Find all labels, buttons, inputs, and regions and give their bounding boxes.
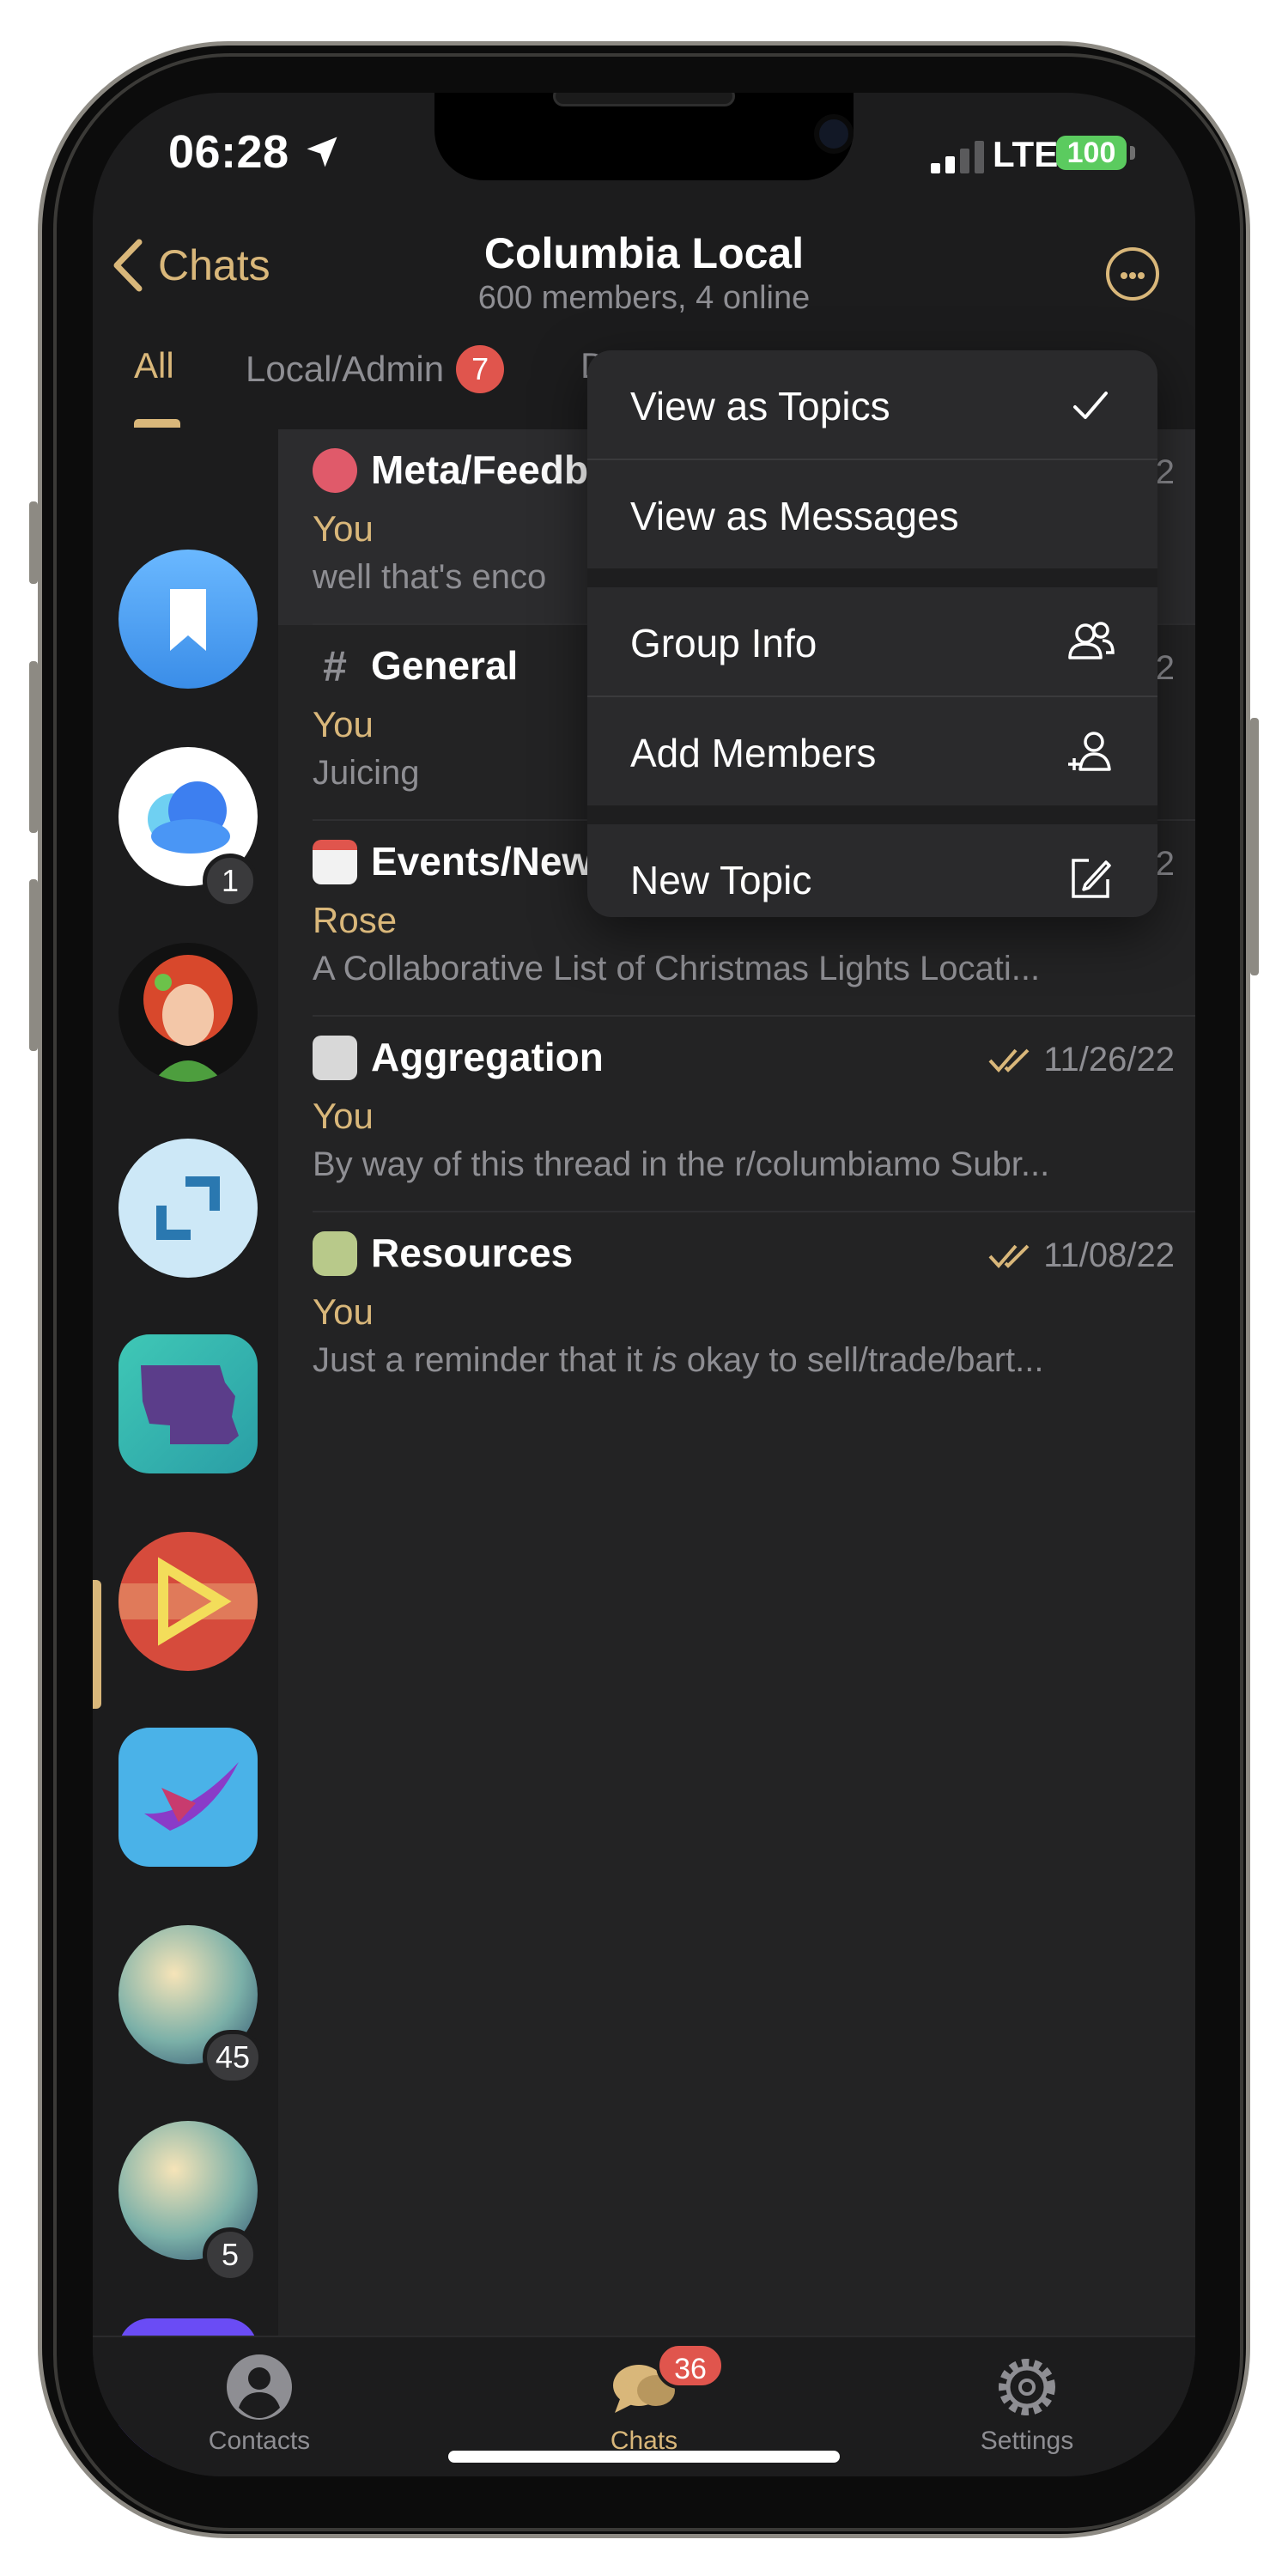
home-indicator <box>448 2451 840 2463</box>
topic-date: 2 <box>1155 845 1175 883</box>
topic-preview: Just a reminder that it is okay to sell/… <box>313 1341 1044 1379</box>
tab-chats[interactable]: 36 Chats <box>532 2337 756 2458</box>
topic-emoji-icon <box>313 448 357 493</box>
tab-all[interactable]: All <box>134 345 174 386</box>
chat-sidebar: 1 45 5 <box>93 429 278 2458</box>
person-circle-icon <box>227 2354 292 2420</box>
topic-sender: You <box>313 704 374 744</box>
newspaper-icon <box>313 1036 357 1080</box>
avatar-extreme[interactable] <box>118 1532 258 1671</box>
front-camera <box>814 114 854 154</box>
speaker <box>553 93 735 106</box>
network-type: LTE <box>993 134 1059 174</box>
avatar-channel[interactable] <box>118 1139 258 1278</box>
add-person-icon <box>1068 732 1111 771</box>
avatar-travel[interactable] <box>118 1728 258 1867</box>
cell-signal-icon <box>931 141 984 173</box>
topic-title: Resources <box>371 1230 574 1275</box>
volume-up-button <box>29 661 38 833</box>
topic-row[interactable]: Aggregation 11/26/22 You By way of this … <box>278 1017 1195 1212</box>
unread-badge: 45 <box>203 2030 264 2085</box>
topic-sender: You <box>313 508 374 549</box>
money-wings-icon <box>313 1231 357 1276</box>
group-people-icon <box>1068 622 1115 659</box>
double-check-icon <box>988 1048 1030 1072</box>
selected-chat-marker <box>93 1580 101 1709</box>
topic-date: 2 <box>1155 649 1175 687</box>
bookmark-icon <box>170 589 206 651</box>
topic-title: Meta/Feedb <box>371 447 589 492</box>
view-options-menu: View as Topics View as Messages Group In… <box>587 350 1157 917</box>
topic-sender: You <box>313 1096 374 1136</box>
tab-contacts[interactable]: Contacts <box>148 2337 371 2458</box>
calendar-icon <box>313 840 357 884</box>
gear-icon <box>999 2359 1055 2415</box>
unread-badge: 5 <box>203 2227 258 2282</box>
compose-icon <box>1072 859 1111 898</box>
unread-badge: 1 <box>203 854 258 908</box>
topic-date: 11/26/22 <box>988 1041 1175 1079</box>
play-triangle-icon <box>118 1557 258 1646</box>
unread-badge: 7 <box>456 345 505 393</box>
topic-row[interactable]: Resources 11/08/22 You Just a reminder t… <box>278 1212 1195 1408</box>
menu-item-group-info[interactable]: Group Info <box>587 587 1157 696</box>
cartoon-woman-avatar <box>143 955 233 1082</box>
avatar-columbia-local[interactable] <box>118 1334 258 1473</box>
topic-sender: Rose <box>313 900 398 940</box>
power-button <box>1250 718 1259 975</box>
active-tab-indicator <box>134 419 180 428</box>
more-options-button[interactable] <box>1106 247 1159 301</box>
avatar-rose[interactable] <box>118 943 258 1082</box>
avatar-saved-messages[interactable] <box>118 550 258 689</box>
checkmark-icon <box>1073 392 1108 419</box>
status-time: 06:28 <box>168 126 289 178</box>
topic-date: 2 <box>1155 453 1175 491</box>
chat-title[interactable]: Columbia Local <box>93 228 1195 278</box>
expand-square-icon <box>156 1176 220 1240</box>
menu-item-add-members[interactable]: Add Members <box>587 697 1157 805</box>
volume-down-button <box>29 879 38 1051</box>
topic-preview: By way of this thread in the r/columbiam… <box>313 1145 1050 1183</box>
missouri-map-icon <box>141 1365 239 1444</box>
chats-unread-badge: 36 <box>656 2342 725 2389</box>
location-arrow-icon <box>307 137 337 167</box>
topic-date: 11/08/22 <box>988 1236 1175 1275</box>
phone-screen: 06:28 LTE 100 Chats Columbia Local 600 m… <box>93 93 1195 2476</box>
topic-title: Events/New <box>371 839 593 884</box>
topic-title: General <box>371 643 519 688</box>
tab-settings[interactable]: Settings <box>915 2337 1139 2458</box>
tab-local-admin[interactable]: Local/Admin 7 <box>246 345 505 393</box>
hash-icon: # <box>323 642 347 690</box>
airplane-icon <box>144 1762 239 1831</box>
menu-item-view-as-topics[interactable]: View as Topics <box>587 350 1157 459</box>
menu-item-view-as-messages[interactable]: View as Messages <box>587 460 1157 568</box>
chat-subtitle: 600 members, 4 online <box>477 280 811 316</box>
topic-preview: A Collaborative List of Christmas Lights… <box>313 950 1041 987</box>
topic-sender: You <box>313 1291 374 1332</box>
topic-title: Aggregation <box>371 1035 604 1079</box>
double-check-icon <box>988 1244 1030 1268</box>
action-button <box>29 501 38 584</box>
battery-indicator: 100 <box>1056 136 1127 170</box>
menu-item-new-topic[interactable]: New Topic <box>587 824 1157 917</box>
